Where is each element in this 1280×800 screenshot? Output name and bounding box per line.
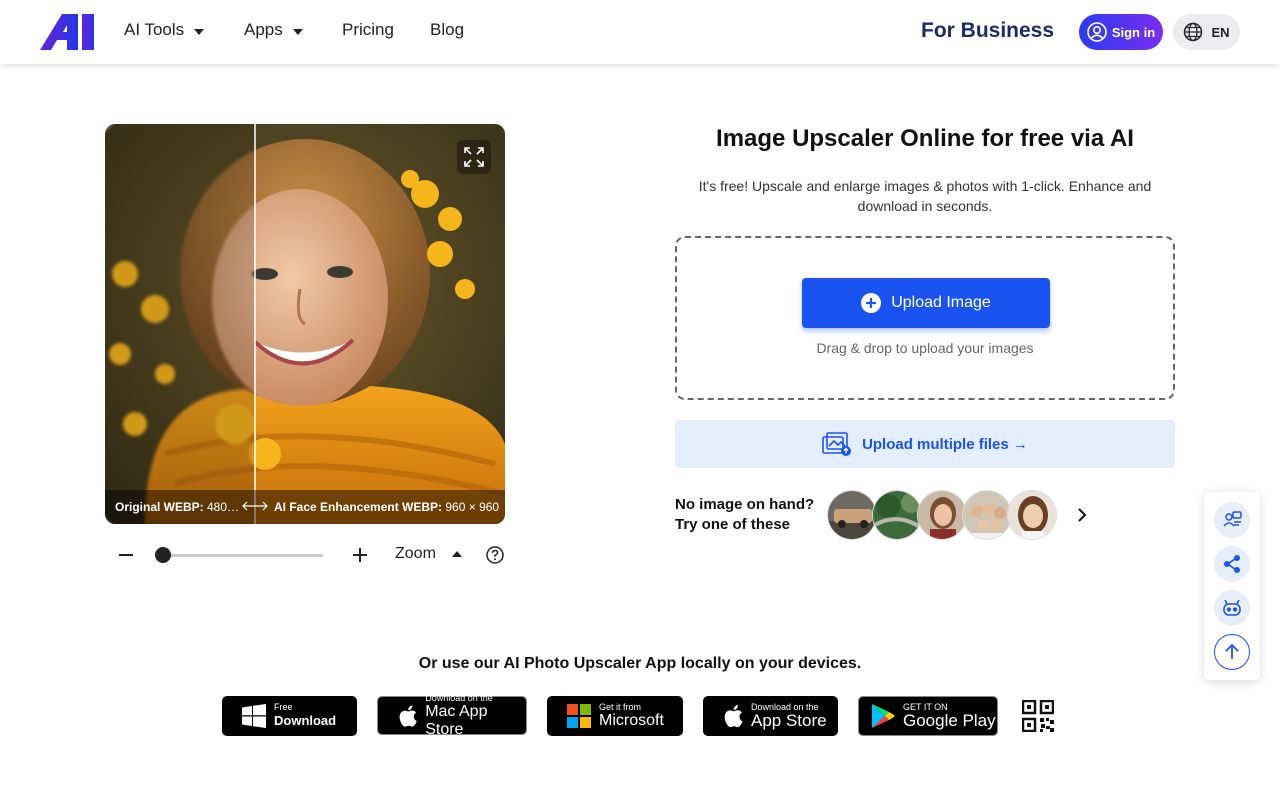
original-label-size: 480 × 480 [207, 500, 240, 514]
nav-apps-label: Apps [244, 20, 283, 39]
top-header: AI Tools Apps Pricing Blog For Business … [0, 0, 1280, 64]
for-business-link[interactable]: For Business [921, 19, 1054, 43]
robot-icon [1223, 599, 1241, 616]
drag-drop-hint: Drag & drop to upload your images [816, 340, 1034, 356]
nav-pricing-label: Pricing [342, 20, 394, 39]
windows-download-button[interactable]: Free Download [222, 696, 357, 736]
language-selector[interactable]: EN [1173, 14, 1240, 50]
expand-icon [464, 147, 484, 167]
upload-multiple-label: Upload multiple files → [862, 435, 1028, 453]
google-play-icon [872, 704, 895, 728]
nav-ai-tools-label: AI Tools [124, 20, 185, 39]
sample-image-landscape[interactable] [872, 490, 922, 540]
fullscreen-button[interactable] [457, 140, 491, 174]
microsoft-store-big: Microsoft [599, 712, 664, 729]
qr-code-icon[interactable] [1022, 700, 1054, 732]
zoom-controls: Zoom [105, 538, 505, 572]
sample-image-family[interactable] [962, 490, 1012, 540]
nav-apps[interactable]: Apps [244, 20, 303, 40]
floating-toolbar [1204, 492, 1260, 680]
nav-pricing[interactable]: Pricing [342, 20, 394, 40]
sample-image-car[interactable] [827, 490, 877, 540]
sign-in-button[interactable]: Sign in [1079, 14, 1163, 50]
original-image-overlay [105, 124, 254, 524]
zoom-out-button[interactable] [113, 542, 139, 568]
enhanced-label-size: 960 × 960 [442, 500, 500, 514]
chevron-right-icon[interactable] [1073, 505, 1091, 525]
microsoft-store-small: Get it from [599, 702, 642, 712]
zoom-slider-track[interactable] [163, 554, 323, 557]
minus-icon [119, 554, 133, 556]
chevron-up-icon[interactable] [452, 551, 462, 557]
microsoft-icon [567, 704, 591, 728]
sign-in-label: Sign in [1111, 24, 1156, 40]
sample-image-woman[interactable] [917, 490, 967, 540]
mac-store-big: Mac App Store [425, 702, 488, 738]
windows-download-small: Free [274, 702, 293, 712]
user-icon [1087, 22, 1107, 42]
compare-caption-bar: Original WEBP: 480 × 480 AI Face Enhance… [105, 490, 505, 524]
language-label: EN [1211, 24, 1230, 40]
zoom-slider-knob[interactable] [155, 547, 171, 563]
microsoft-store-button[interactable]: Get it from Microsoft [547, 696, 683, 736]
upload-image-button[interactable]: Upload Image [802, 278, 1050, 328]
zoom-in-button[interactable] [347, 542, 373, 568]
page-subtitle: It's free! Upscale and enlarge images & … [698, 178, 1152, 214]
plus-icon [353, 548, 367, 562]
nav-blog[interactable]: Blog [430, 20, 464, 40]
enhanced-label-title: AI Face Enhancement WEBP: [274, 500, 443, 514]
upload-image-label: Upload Image [891, 294, 991, 311]
enhanced-label: AI Face Enhancement WEBP: 960 × 960 [274, 500, 500, 514]
mac-store-small: Download on the [425, 692, 493, 703]
sample-prompt-line2: Try one of these [675, 516, 791, 533]
windows-download-big: Download [274, 713, 337, 728]
sample-images-prompt: No image on hand? Try one of these [675, 495, 814, 535]
sample-prompt-line1: No image on hand? [675, 496, 815, 513]
nav-blog-label: Blog [430, 20, 465, 39]
apple-icon [399, 704, 417, 727]
ai-assistant-button[interactable] [1214, 590, 1250, 626]
before-after-compare[interactable]: Original WEBP: 480 × 480 AI Face Enhance… [105, 124, 505, 524]
multiple-images-icon [822, 432, 852, 456]
original-label-title: Original WEBP: [115, 500, 204, 514]
chevron-down-icon [194, 28, 205, 35]
app-store-big: App Store [751, 711, 827, 730]
upload-dropzone[interactable]: Upload Image Drag & drop to upload your … [675, 236, 1175, 400]
brand-logo[interactable] [40, 14, 96, 50]
upload-multiple-files-button[interactable]: Upload multiple files → [675, 420, 1175, 468]
feedback-button[interactable] [1214, 502, 1250, 538]
compare-slider-handle[interactable] [254, 124, 256, 524]
share-icon [1224, 555, 1240, 573]
google-play-big: Google Play [903, 711, 996, 730]
apps-section-title: Or use our AI Photo Upscaler App locally… [418, 655, 862, 672]
zoom-dropdown-label[interactable]: Zoom [395, 545, 436, 563]
share-button[interactable] [1214, 546, 1250, 582]
plus-circle-icon [861, 293, 882, 313]
google-play-button[interactable]: GET IT ON Google Play [858, 696, 998, 736]
globe-icon [1184, 22, 1203, 42]
chevron-down-icon [292, 28, 303, 35]
sample-image-portrait[interactable] [1007, 490, 1057, 540]
page-title: Image Upscaler Online for free via AI [716, 125, 1134, 152]
original-label: Original WEBP: 480 × 480 [115, 500, 240, 514]
windows-icon [242, 704, 266, 728]
left-right-arrow-icon [242, 501, 268, 511]
nav-ai-tools[interactable]: AI Tools [124, 20, 205, 40]
help-icon[interactable] [486, 546, 504, 564]
chat-feedback-icon [1223, 511, 1242, 527]
app-store-button[interactable]: Download on the App Store [703, 696, 838, 736]
apple-icon [724, 705, 743, 728]
mac-app-store-button[interactable]: Download on the Mac App Store [377, 692, 527, 738]
